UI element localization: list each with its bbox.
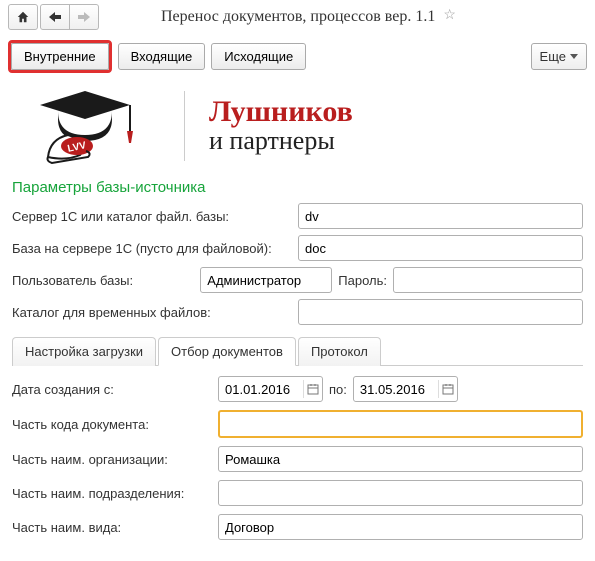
nav-group xyxy=(40,4,99,30)
tmp-input[interactable] xyxy=(298,299,583,325)
dept-label: Часть наим. подразделения: xyxy=(12,486,212,501)
logo-icon: LVV xyxy=(30,83,160,169)
more-button[interactable]: Еще xyxy=(531,43,587,70)
highlight-annotation: Внутренние xyxy=(8,40,112,73)
dept-input[interactable] xyxy=(218,480,583,506)
pass-label: Пароль: xyxy=(338,273,387,288)
brand-row: LVV Лушников и партнеры xyxy=(0,79,595,177)
row-server: Сервер 1С или каталог файл. базы: xyxy=(0,200,595,232)
window-toolbar: Перенос документов, процессов вер. 1.1 ☆ xyxy=(0,0,595,34)
tmp-label: Каталог для временных файлов: xyxy=(12,305,292,320)
server-input[interactable] xyxy=(298,203,583,229)
doc-code-input[interactable] xyxy=(218,410,583,438)
brand-line1: Лушников xyxy=(209,97,353,127)
row-doc-code: Часть кода документа: xyxy=(12,406,583,442)
date-from-label: Дата создания с: xyxy=(12,382,212,397)
kind-label: Часть наим. вида: xyxy=(12,520,212,535)
date-from-field xyxy=(218,376,323,402)
user-label: Пользователь базы: xyxy=(12,273,194,288)
server-label: Сервер 1С или каталог файл. базы: xyxy=(12,209,292,224)
forward-button[interactable] xyxy=(70,4,99,30)
calendar-icon[interactable] xyxy=(438,380,457,398)
brand-text: Лушников и партнеры xyxy=(209,97,353,156)
kind-input[interactable] xyxy=(218,514,583,540)
org-label: Часть наим. организации: xyxy=(12,452,212,467)
row-kind: Часть наим. вида: xyxy=(12,510,583,544)
section-title: Параметры базы-источника xyxy=(0,177,595,200)
tab-internal[interactable]: Внутренние xyxy=(11,43,109,70)
favorite-icon[interactable]: ☆ xyxy=(443,6,456,23)
org-input[interactable] xyxy=(218,446,583,472)
filter-panel: Дата создания с: по: Часть кода документ… xyxy=(0,366,595,554)
home-button[interactable] xyxy=(8,4,38,30)
date-from-input[interactable] xyxy=(219,377,303,401)
row-org: Часть наим. организации: xyxy=(12,442,583,476)
pass-input[interactable] xyxy=(393,267,583,293)
date-to-input[interactable] xyxy=(354,377,438,401)
row-tmp: Каталог для временных файлов: xyxy=(0,296,595,328)
brand-line2: и партнеры xyxy=(209,127,353,156)
window-title: Перенос документов, процессов вер. 1.1 xyxy=(161,8,435,26)
main-tabs: Внутренние Входящие Исходящие Еще xyxy=(0,34,595,79)
user-input[interactable] xyxy=(200,267,332,293)
doc-code-label: Часть кода документа: xyxy=(12,417,212,432)
row-user: Пользователь базы: Пароль: xyxy=(0,264,595,296)
tab-outgoing[interactable]: Исходящие xyxy=(211,43,306,70)
subtab-load-settings[interactable]: Настройка загрузки xyxy=(12,337,156,366)
row-date: Дата создания с: по: xyxy=(12,372,583,406)
calendar-icon[interactable] xyxy=(303,380,322,398)
base-label: База на сервере 1С (пусто для файловой): xyxy=(12,241,292,256)
back-button[interactable] xyxy=(40,4,70,30)
tab-incoming[interactable]: Входящие xyxy=(118,43,206,70)
date-to-label: по: xyxy=(329,382,347,397)
divider xyxy=(184,91,185,161)
subtab-doc-filter[interactable]: Отбор документов xyxy=(158,337,296,366)
row-dept: Часть наим. подразделения: xyxy=(12,476,583,510)
row-base: База на сервере 1С (пусто для файловой): xyxy=(0,232,595,264)
base-input[interactable] xyxy=(298,235,583,261)
sub-tabs: Настройка загрузки Отбор документов Прот… xyxy=(12,336,583,366)
chevron-down-icon xyxy=(570,54,578,59)
more-label: Еще xyxy=(540,49,566,64)
subtab-protocol[interactable]: Протокол xyxy=(298,337,381,366)
date-to-field xyxy=(353,376,458,402)
